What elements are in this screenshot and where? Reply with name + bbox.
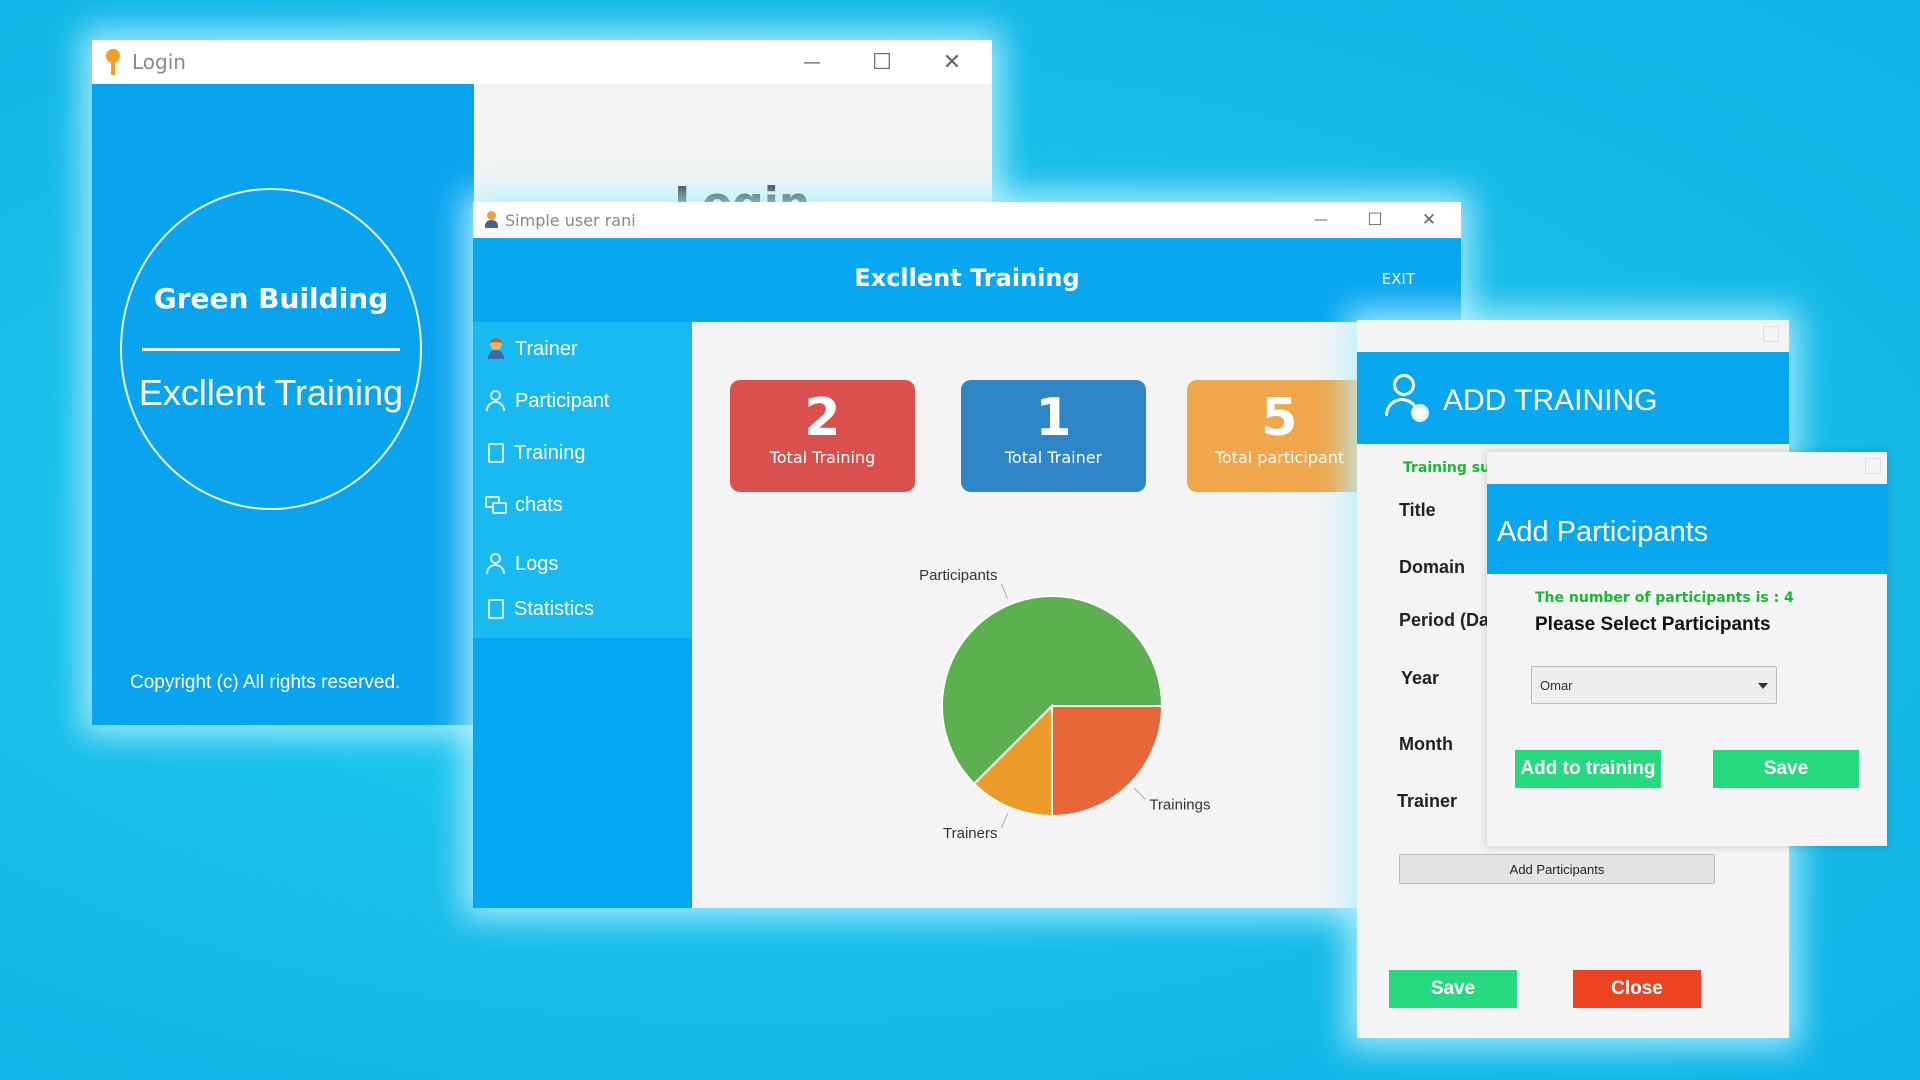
login-window-title: Login bbox=[132, 50, 186, 74]
field-label-period: Period (Day bbox=[1399, 610, 1500, 630]
field-label-trainer: Trainer bbox=[1397, 791, 1458, 811]
sidebar-item-label: Participant bbox=[515, 389, 610, 412]
close-icon[interactable] bbox=[1763, 326, 1779, 342]
participant-select-value: Omar bbox=[1540, 677, 1573, 693]
dashboard-header: Excllent Training EXIT bbox=[473, 238, 1461, 322]
add-participants-dialog: Add Participants The number of participa… bbox=[1487, 452, 1887, 846]
dashboard-window: Simple user rani — ☐ ✕ Excllent Training… bbox=[473, 202, 1461, 908]
document-icon bbox=[488, 599, 504, 619]
field-label-domain: Domain bbox=[1399, 557, 1466, 577]
sidebar-item-chats[interactable]: chats bbox=[485, 490, 563, 520]
stat-value: 5 bbox=[1261, 388, 1298, 448]
save-button[interactable]: Save bbox=[1389, 970, 1517, 1008]
dashboard-content: 2 Total Training 1 Total Trainer 5 Total… bbox=[692, 322, 1461, 908]
pie-label-line bbox=[1133, 787, 1146, 800]
login-brand-panel: Green Building Excllent Training Copyrig… bbox=[92, 84, 474, 725]
maximize-button[interactable]: ☐ bbox=[1357, 202, 1393, 238]
statistics-pie-chart: Participants Trainings Trainers bbox=[919, 567, 1210, 842]
close-button[interactable]: ✕ bbox=[1411, 202, 1447, 238]
brand-subtitle: Excllent Training bbox=[138, 372, 404, 413]
minimize-button[interactable]: — bbox=[1303, 202, 1339, 238]
stat-label: Total participant bbox=[1214, 448, 1345, 467]
sidebar-menu: Trainer Participant Training chats Logs … bbox=[473, 322, 692, 638]
add-participants-button[interactable]: Add Participants bbox=[1399, 854, 1715, 884]
stat-label: Total Training bbox=[769, 448, 876, 467]
sidebar-item-label: Logs bbox=[515, 552, 559, 575]
dashboard-titlebar: Simple user rani — ☐ ✕ bbox=[473, 202, 1461, 238]
sidebar-item-label: Training bbox=[514, 441, 586, 464]
sidebar: Trainer Participant Training chats Logs … bbox=[473, 322, 692, 908]
sidebar-item-statistics[interactable]: Statistics bbox=[485, 594, 594, 624]
sidebar-item-label: chats bbox=[515, 493, 563, 516]
add-participants-title: Add Participants bbox=[1497, 516, 1709, 548]
pie-slice-trainings bbox=[1051, 705, 1164, 818]
add-participants-header: Add Participants bbox=[1487, 484, 1887, 574]
pie-label: Trainers bbox=[943, 825, 997, 842]
exit-button[interactable]: EXIT bbox=[1382, 270, 1415, 288]
participant-select[interactable]: Omar bbox=[1531, 666, 1777, 704]
user-icon bbox=[485, 211, 498, 229]
trainer-icon bbox=[485, 338, 507, 360]
add-to-training-button[interactable]: Add to training bbox=[1515, 750, 1661, 788]
close-button[interactable]: ✕ bbox=[932, 40, 972, 84]
stat-value: 1 bbox=[1035, 388, 1072, 448]
stat-label: Total Trainer bbox=[1004, 448, 1103, 467]
brand-divider bbox=[142, 348, 400, 351]
pie-label-line bbox=[1001, 812, 1009, 829]
stat-card-trainings: 2 Total Training bbox=[730, 380, 915, 492]
document-icon bbox=[488, 443, 504, 463]
pie-label: Trainings bbox=[1149, 796, 1210, 813]
stat-value: 2 bbox=[804, 388, 841, 448]
dashboard-window-title: Simple user rani bbox=[505, 210, 636, 230]
logs-icon bbox=[485, 553, 507, 575]
brand-circle: Green Building Excllent Training bbox=[120, 188, 422, 510]
person-icon bbox=[485, 390, 507, 412]
stat-card-trainers: 1 Total Trainer bbox=[961, 380, 1146, 492]
maximize-button[interactable]: ☐ bbox=[862, 40, 902, 84]
app-title: Excllent Training bbox=[854, 264, 1080, 292]
success-message: Training succ bbox=[1403, 460, 1493, 476]
sidebar-item-participant[interactable]: Participant bbox=[485, 386, 610, 416]
select-prompt: Please Select Participants bbox=[1535, 614, 1771, 635]
sidebar-item-logs[interactable]: Logs bbox=[485, 549, 558, 579]
save-participants-button[interactable]: Save bbox=[1713, 750, 1859, 788]
field-label-title: Title bbox=[1399, 500, 1436, 520]
chevron-down-icon bbox=[1758, 683, 1768, 689]
pie-label: Participants bbox=[919, 567, 997, 584]
stat-card-participants: 5 Total participant bbox=[1187, 380, 1372, 492]
copyright-text: Copyright (c) All rights reserved. bbox=[130, 672, 401, 693]
add-training-header: ADD TRAINING bbox=[1357, 352, 1789, 444]
minimize-button[interactable]: — bbox=[792, 40, 832, 84]
field-label-month: Month bbox=[1399, 734, 1453, 754]
login-titlebar: Login — ☐ ✕ bbox=[92, 40, 992, 84]
add-user-icon bbox=[1385, 374, 1431, 430]
key-icon bbox=[104, 49, 122, 75]
brand-name: Green Building bbox=[153, 282, 389, 315]
add-training-title: ADD TRAINING bbox=[1443, 384, 1658, 417]
field-label-year: Year bbox=[1401, 668, 1440, 688]
participant-count-text: The number of participants is : 4 bbox=[1535, 590, 1794, 606]
pie-label-line bbox=[1001, 583, 1009, 600]
sidebar-item-label: Trainer bbox=[515, 337, 578, 360]
sidebar-item-training[interactable]: Training bbox=[485, 438, 586, 468]
chat-icon bbox=[485, 494, 507, 516]
close-button[interactable]: Close bbox=[1573, 970, 1701, 1008]
sidebar-item-label: Statistics bbox=[514, 597, 595, 620]
close-icon[interactable] bbox=[1865, 458, 1881, 474]
sidebar-item-trainer[interactable]: Trainer bbox=[485, 334, 578, 364]
